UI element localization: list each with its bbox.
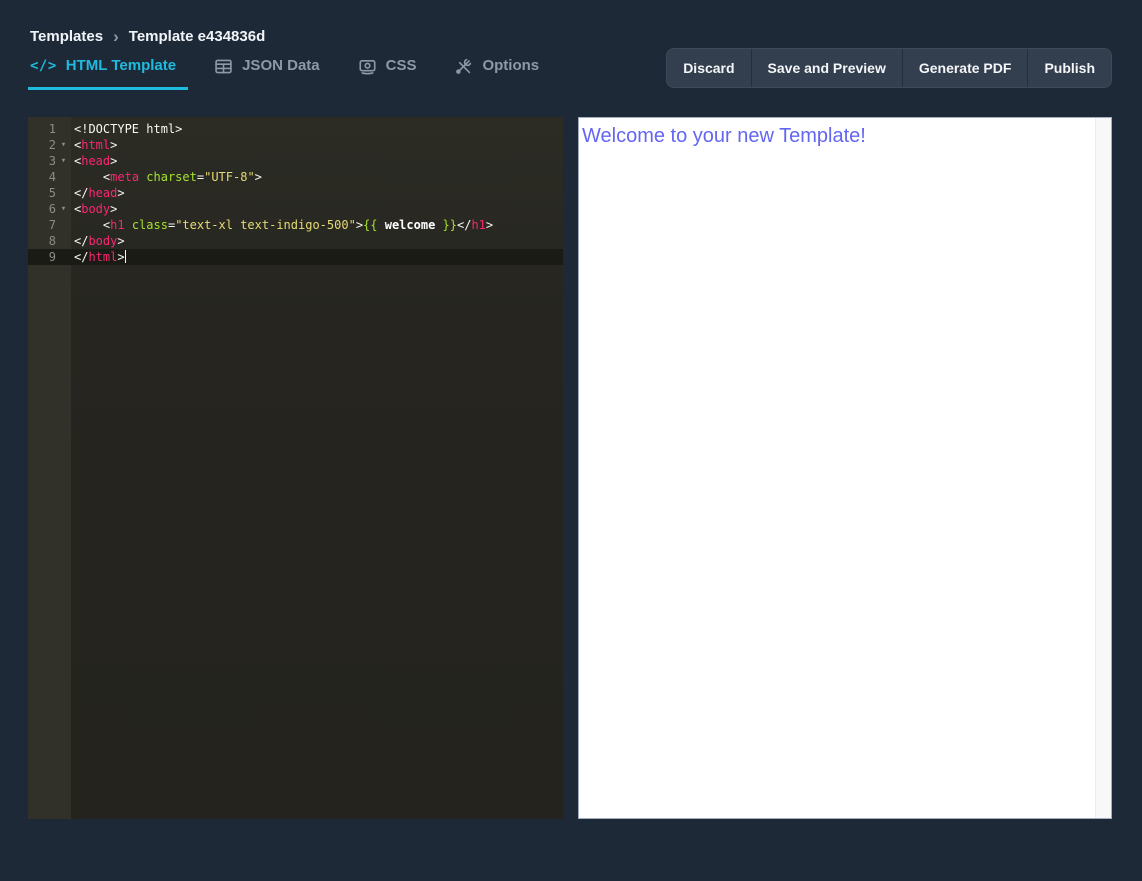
fold-arrow-icon[interactable]: ▾ — [56, 201, 71, 217]
tab-label: Options — [482, 57, 540, 74]
tab-html-template[interactable]: </> HTML Template — [27, 56, 189, 90]
html-code-editor[interactable]: 1 <!DOCTYPE html> 2 ▾ <html> 3 ▾ <head> 4 <meta … — [28, 117, 563, 819]
tab-options[interactable]: Options — [454, 56, 539, 76]
code-line[interactable]: 3 ▾ <head> — [28, 153, 563, 169]
code-text: <meta charset="UTF-8"> — [102, 170, 262, 184]
publish-button[interactable]: Publish — [1027, 49, 1111, 87]
fold-arrow-icon[interactable]: ▾ — [56, 137, 71, 153]
code-text: <!DOCTYPE html> — [74, 122, 183, 136]
breadcrumb: Templates › Template e434836d — [30, 28, 265, 45]
generate-pdf-button[interactable]: Generate PDF — [901, 49, 1028, 87]
line-number: 9 — [48, 250, 56, 264]
stamp-icon — [358, 57, 377, 76]
tab-bar: </> HTML Template JSON Data CSS Options — [27, 56, 539, 90]
preview-heading: Welcome to your new Template! — [582, 125, 866, 147]
line-number: 8 — [48, 234, 56, 248]
fold-gutter-spacer — [56, 185, 71, 201]
fold-gutter-spacer — [56, 217, 71, 233]
tab-label: CSS — [385, 57, 417, 74]
code-line[interactable]: 5 </head> — [28, 185, 563, 201]
code-brackets-icon: </> — [30, 58, 57, 74]
pdf-preview-panel: Welcome to your new Template! — [578, 117, 1112, 819]
code-text: <head> — [74, 154, 118, 168]
tab-css[interactable]: CSS — [358, 56, 417, 76]
line-number: 5 — [48, 186, 56, 200]
code-text: </body> — [74, 234, 125, 248]
fold-gutter-spacer — [56, 169, 71, 185]
template-editor-page: { "breadcrumb": { "root": "Templates", "… — [0, 0, 1142, 881]
save-and-preview-button[interactable]: Save and Preview — [750, 49, 902, 87]
action-button-group: Discard Save and Preview Generate PDF Pu… — [666, 48, 1112, 88]
code-text: <body> — [74, 202, 118, 216]
discard-button[interactable]: Discard — [667, 49, 750, 87]
code-text: <html> — [74, 138, 118, 152]
line-number: 7 — [48, 218, 56, 232]
code-line[interactable]: 9 </html> — [28, 249, 563, 265]
code-text: </html> — [74, 250, 126, 264]
preview-scrollbar[interactable] — [1095, 118, 1111, 818]
fold-arrow-icon[interactable]: ▾ — [56, 153, 71, 169]
table-icon — [214, 57, 233, 76]
line-number: 3 — [48, 154, 56, 168]
tools-icon — [454, 57, 473, 76]
line-number: 4 — [48, 170, 56, 184]
code-text: </head> — [74, 186, 125, 200]
line-number: 1 — [48, 122, 56, 136]
breadcrumb-templates-link[interactable]: Templates — [30, 28, 103, 45]
code-line[interactable]: 7 <h1 class="text-xl text-indigo-500">{{… — [28, 217, 563, 233]
code-text: <h1 class="text-xl text-indigo-500">{{ w… — [102, 218, 494, 232]
breadcrumb-current: Template e434836d — [128, 28, 266, 45]
fold-gutter-spacer — [56, 121, 71, 137]
line-number: 6 — [48, 202, 56, 216]
code-line[interactable]: 6 ▾ <body> — [28, 201, 563, 217]
code-line[interactable]: 4 <meta charset="UTF-8"> — [28, 169, 563, 185]
chevron-right-icon: › — [113, 27, 119, 46]
line-number: 2 — [48, 138, 56, 152]
code-line[interactable]: 2 ▾ <html> — [28, 137, 563, 153]
code-line[interactable]: 8 </body> — [28, 233, 563, 249]
code-line[interactable]: 1 <!DOCTYPE html> — [28, 121, 563, 137]
fold-gutter-spacer — [56, 233, 71, 249]
tab-json-data[interactable]: JSON Data — [214, 56, 320, 76]
code-lines: 1 <!DOCTYPE html> 2 ▾ <html> 3 ▾ <head> 4 <meta … — [28, 117, 563, 265]
fold-gutter-spacer — [56, 249, 71, 265]
tab-label: JSON Data — [242, 57, 320, 74]
tab-label: HTML Template — [65, 57, 177, 74]
text-cursor — [124, 250, 126, 263]
